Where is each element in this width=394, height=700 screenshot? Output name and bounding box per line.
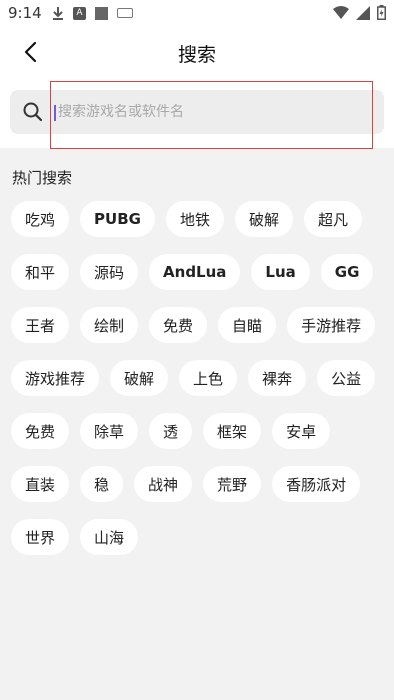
hot-search-tag[interactable]: 裸奔 bbox=[248, 360, 307, 396]
hot-search-tag[interactable]: 自瞄 bbox=[218, 307, 277, 343]
hot-search-tag[interactable]: AndLua bbox=[149, 254, 241, 290]
hot-search-tag[interactable]: 上色 bbox=[179, 360, 238, 396]
signal-icon bbox=[356, 5, 370, 20]
status-bar: 9:14 A bbox=[0, 0, 394, 26]
hot-search-tag[interactable]: 框架 bbox=[203, 413, 262, 449]
hot-search-tag[interactable]: 香肠派对 bbox=[272, 466, 361, 502]
hot-search-tag[interactable]: 透 bbox=[149, 413, 193, 449]
search-bar[interactable] bbox=[10, 90, 384, 134]
keyboard-icon bbox=[117, 8, 133, 18]
hot-search-tag[interactable]: 破解 bbox=[110, 360, 169, 396]
hot-search-tag[interactable]: 公益 bbox=[317, 360, 376, 396]
hot-search-title: 热门搜索 bbox=[12, 169, 73, 187]
nav-bar: 搜索 bbox=[0, 28, 394, 76]
hot-search-tag[interactable]: 王者 bbox=[11, 307, 70, 343]
hot-search-tag[interactable]: 地铁 bbox=[165, 201, 224, 237]
hot-search-tag[interactable]: 免费 bbox=[149, 307, 208, 343]
hot-search-tag[interactable]: 世界 bbox=[11, 519, 70, 555]
status-left-icons: A bbox=[52, 6, 133, 20]
hot-search-tag[interactable]: 吃鸡 bbox=[11, 201, 70, 237]
hot-search-tag[interactable]: 安卓 bbox=[272, 413, 331, 449]
hot-search-tag[interactable]: 直装 bbox=[11, 466, 70, 502]
a-box-icon: A bbox=[73, 6, 86, 20]
hot-search-tag[interactable]: 和平 bbox=[11, 254, 70, 290]
hot-search-tag[interactable]: PUBG bbox=[80, 201, 155, 237]
wifi-icon bbox=[333, 5, 349, 19]
battery-icon bbox=[377, 5, 386, 20]
download-icon bbox=[53, 7, 63, 20]
hot-search-tags: 吃鸡 PUBG 地铁 破解 超凡 和平 源码 AndLua Lua GG 王者 绘制 免费 自瞄 手游推荐游… bbox=[11, 201, 391, 555]
hot-search-tag[interactable]: 除草 bbox=[80, 413, 139, 449]
hot-search-tag[interactable]: 绘制 bbox=[80, 307, 139, 343]
page-title: 搜索 bbox=[177, 44, 216, 66]
search-input[interactable] bbox=[58, 90, 374, 134]
hot-search-tag[interactable]: 稳 bbox=[80, 466, 124, 502]
text-cursor bbox=[54, 105, 56, 121]
search-icon bbox=[23, 102, 43, 122]
hot-search-tag[interactable]: 手游推荐 bbox=[287, 307, 376, 343]
square-icon bbox=[95, 6, 108, 20]
hot-search-tag[interactable]: 免费 bbox=[11, 413, 70, 449]
hot-search-tag[interactable]: 源码 bbox=[80, 254, 139, 290]
hot-search-tag[interactable]: 超凡 bbox=[303, 201, 362, 237]
hot-search-tag[interactable]: 战神 bbox=[134, 466, 193, 502]
hot-search-tag[interactable]: 破解 bbox=[234, 201, 293, 237]
hot-search-tag[interactable]: 游戏推荐 bbox=[11, 360, 100, 396]
hot-search-tag[interactable]: Lua bbox=[251, 254, 310, 290]
hot-search-tag[interactable]: 山海 bbox=[80, 519, 139, 555]
hot-search-tag[interactable]: 荒野 bbox=[203, 466, 262, 502]
hot-search-tag[interactable]: GG bbox=[320, 254, 374, 290]
status-time: 9:14 bbox=[8, 4, 42, 22]
status-right-icons bbox=[333, 5, 386, 20]
